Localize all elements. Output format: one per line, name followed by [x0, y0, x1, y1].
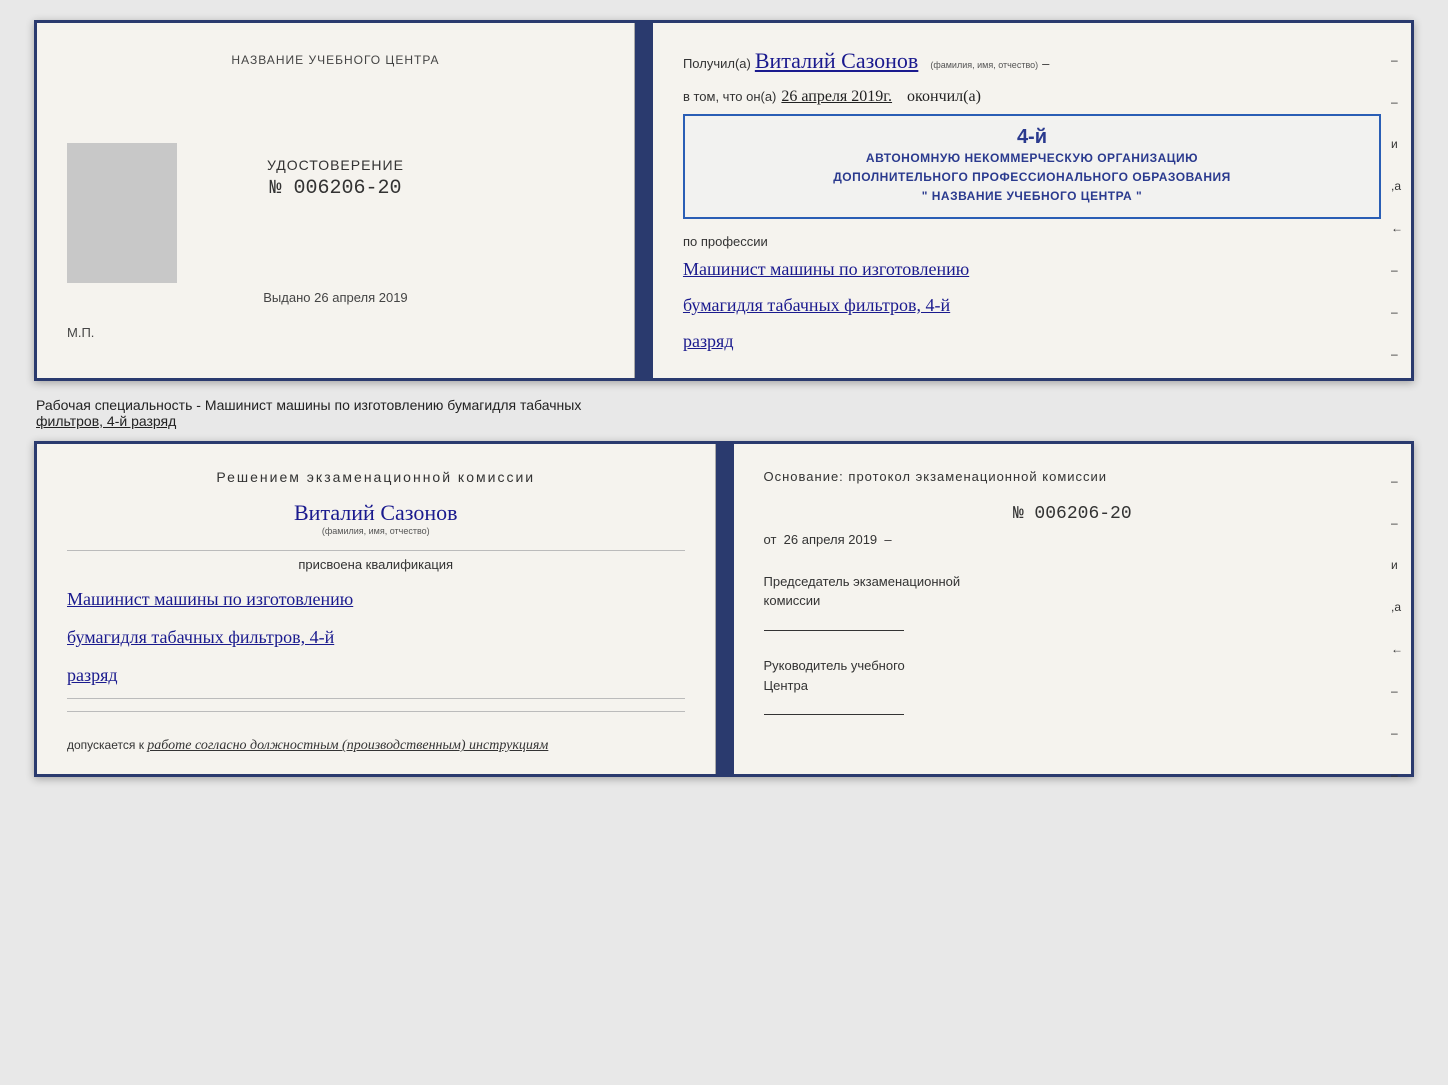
bottom-fio-subtitle: (фамилия, имя, отчество)	[67, 526, 685, 536]
mark-3: и	[1391, 137, 1403, 151]
rukovoditel-label: Руководитель учебного	[764, 656, 1382, 676]
protocol-number: № 006206-20	[764, 504, 1382, 524]
vtom-line: в том, что он(а) 26 апреля 2019г. окончи…	[683, 88, 1381, 106]
prisvoyena-label: присвоена квалификация	[67, 557, 685, 572]
stamp-line1: АВТОНОМНУЮ НЕКОММЕРЧЕСКУЮ ОРГАНИЗАЦИЮ	[697, 149, 1367, 168]
predsedatel-label2: комиссии	[764, 591, 1382, 611]
ot-dash: –	[884, 532, 891, 547]
between-text-block: Рабочая специальность - Машинист машины …	[34, 391, 1414, 431]
bmark-5: ←	[1391, 642, 1403, 656]
bottom-certificate: Решением экзаменационной комиссии Витали…	[34, 441, 1414, 778]
ot-date: 26 апреля 2019	[784, 532, 878, 547]
resheniem-title: Решением экзаменационной комиссии	[67, 469, 685, 485]
top-cert-left-page: НАЗВАНИЕ УЧЕБНОГО ЦЕНТРА УДОСТОВЕРЕНИЕ №…	[37, 23, 635, 378]
rukovoditel-label2: Центра	[764, 676, 1382, 696]
photo-placeholder	[67, 143, 177, 283]
bottom-cert-left-page: Решением экзаменационной комиссии Витали…	[37, 444, 716, 775]
udostoverenie-block: УДОСТОВЕРЕНИЕ № 006206-20	[267, 157, 404, 200]
bmark-1: –	[1391, 474, 1403, 488]
bottom-book-spine	[716, 444, 734, 775]
bottom-profession-line1: Машинист машины по изготовлению	[67, 582, 685, 616]
recipient-name: Виталий Сазонов	[755, 48, 918, 74]
vtom-label: в том, что он(а)	[683, 89, 776, 104]
profession-line1: Машинист машины по изготовлению	[683, 253, 1381, 285]
top-cert-title: НАЗВАНИЕ УЧЕБНОГО ЦЕНТРА	[231, 53, 439, 67]
mark-5: ←	[1391, 221, 1403, 235]
bmark-7: –	[1391, 726, 1403, 740]
mark-8: –	[1391, 347, 1403, 361]
udostoverenie-label: УДОСТОВЕРЕНИЕ	[267, 157, 404, 173]
vtom-date: 26 апреля 2019г.	[781, 88, 892, 106]
mark-1: –	[1391, 53, 1403, 67]
vydano-date: 26 апреля 2019	[314, 290, 408, 305]
po-professii-label: по профессии	[683, 234, 1381, 249]
divider-1	[67, 550, 685, 551]
profession-line3: разряд	[683, 325, 1381, 357]
ot-label: от	[764, 532, 777, 547]
dash-1: –	[1042, 56, 1049, 71]
predsedatel-label: Председатель экзаменационной	[764, 572, 1382, 592]
bottom-cert-right-page: Основание: протокол экзаменационной коми…	[734, 444, 1412, 775]
bottom-profession-line2: бумагидля табачных фильтров, 4-й	[67, 620, 685, 654]
bmark-3: и	[1391, 558, 1403, 572]
predsedatel-block: Председатель экзаменационной комиссии	[764, 572, 1382, 637]
profession-line2: бумагидля табачных фильтров, 4-й	[683, 289, 1381, 321]
rukovoditel-block: Руководитель учебного Центра	[764, 656, 1382, 721]
bottom-right-sidebar-marks: – – и ,а ← – – –	[1391, 474, 1403, 782]
top-certificate: НАЗВАНИЕ УЧЕБНОГО ЦЕНТРА УДОСТОВЕРЕНИЕ №…	[34, 20, 1414, 381]
poluchil-line: Получил(а) Виталий Сазонов (фамилия, имя…	[683, 48, 1381, 74]
stamp-line2: ДОПОЛНИТЕЛЬНОГО ПРОФЕССИОНАЛЬНОГО ОБРАЗО…	[697, 168, 1367, 187]
rukovoditel-signature-line	[764, 695, 904, 715]
top-cert-right-page: Получил(а) Виталий Сазонов (фамилия, имя…	[653, 23, 1411, 378]
udostoverenie-number: № 006206-20	[267, 177, 404, 200]
dopuskaetsya-line: допускается к работе согласно должностны…	[67, 738, 685, 754]
predsedatel-signature-line	[764, 611, 904, 631]
mark-4: ,а	[1391, 179, 1403, 193]
fio-subtitle: (фамилия, имя, отчество)	[930, 60, 1038, 70]
bmark-2: –	[1391, 516, 1403, 530]
mp-label: М.П.	[67, 325, 94, 340]
stamp-big-number: 4-й	[697, 126, 1367, 149]
divider-3	[67, 711, 685, 712]
dopuskaetsya-label: допускается к	[67, 738, 144, 752]
stamp-block: 4-й АВТОНОМНУЮ НЕКОММЕРЧЕСКУЮ ОРГАНИЗАЦИ…	[683, 114, 1381, 219]
vydano-line: Выдано 26 апреля 2019	[263, 290, 407, 305]
bottom-recipient-name: Виталий Сазонов	[67, 500, 685, 526]
between-line2: фильтров, 4-й разряд	[36, 413, 176, 429]
stamp-name: " НАЗВАНИЕ УЧЕБНОГО ЦЕНТРА "	[697, 187, 1367, 206]
bmark-8: –	[1391, 768, 1403, 782]
bottom-profession-line3: разряд	[67, 658, 685, 692]
book-spine	[635, 23, 653, 378]
dopuskaetsya-value: работе согласно должностным (производств…	[147, 738, 548, 753]
mark-7: –	[1391, 305, 1403, 319]
okonchil-label: окончил(а)	[907, 88, 981, 106]
right-sidebar-marks: – – и ,а ← – – –	[1391, 53, 1403, 361]
poluchil-label: Получил(а)	[683, 56, 751, 71]
divider-2	[67, 698, 685, 699]
vydano-label: Выдано	[263, 290, 310, 305]
osnovanie-title: Основание: протокол экзаменационной коми…	[764, 469, 1382, 484]
between-line1: Рабочая специальность - Машинист машины …	[36, 397, 581, 413]
bmark-6: –	[1391, 684, 1403, 698]
ot-line: от 26 апреля 2019 –	[764, 532, 1382, 547]
bmark-4: ,а	[1391, 600, 1403, 614]
mark-6: –	[1391, 263, 1403, 277]
mark-2: –	[1391, 95, 1403, 109]
